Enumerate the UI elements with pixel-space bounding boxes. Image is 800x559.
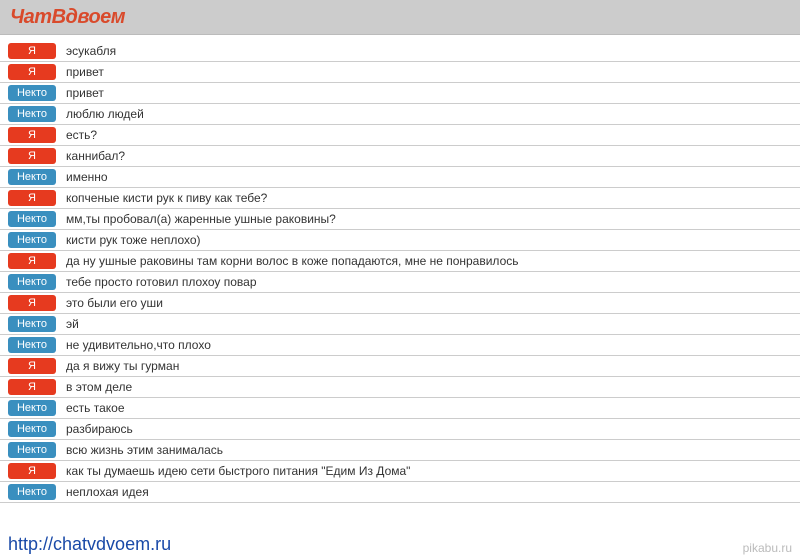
sender-badge-them: Некто xyxy=(8,442,56,458)
sender-badge-them: Некто xyxy=(8,211,56,227)
message-text: не удивительно,что плохо xyxy=(66,338,211,352)
message-row: Некто именно xyxy=(0,167,800,188)
watermark: pikabu.ru xyxy=(743,541,792,555)
message-text: эсукабля xyxy=(66,44,116,58)
sender-badge-me: Я xyxy=(8,190,56,206)
message-row: Некто разбираюсь xyxy=(0,419,800,440)
message-text: есть такое xyxy=(66,401,125,415)
message-row: Яэто были его уши xyxy=(0,293,800,314)
message-text: как ты думаешь идею сети быстрого питани… xyxy=(66,464,410,478)
site-url[interactable]: http://chatvdvoem.ru xyxy=(8,534,171,555)
sender-badge-them: Некто xyxy=(8,316,56,332)
message-text: тебе просто готовил плохоу повар xyxy=(66,275,257,289)
sender-badge-me: Я xyxy=(8,148,56,164)
message-row: Некто есть такое xyxy=(0,398,800,419)
message-text: привет xyxy=(66,65,104,79)
message-row: Некто всю жизнь этим занималась xyxy=(0,440,800,461)
sender-badge-them: Некто xyxy=(8,484,56,500)
message-row: Якопченые кисти рук к пиву как тебе? xyxy=(0,188,800,209)
message-row: Яда ну ушные раковины там корни волос в … xyxy=(0,251,800,272)
header-bar: ЧатВдвоем xyxy=(0,0,800,35)
sender-badge-them: Некто xyxy=(8,421,56,437)
message-text: да ну ушные раковины там корни волос в к… xyxy=(66,254,519,268)
sender-badge-me: Я xyxy=(8,379,56,395)
message-text: каннибал? xyxy=(66,149,125,163)
message-text: всю жизнь этим занималась xyxy=(66,443,223,457)
message-text: мм,ты пробовал(а) жаренные ушные раковин… xyxy=(66,212,336,226)
message-text: привет xyxy=(66,86,104,100)
message-text: да я вижу ты гурман xyxy=(66,359,179,373)
sender-badge-them: Некто xyxy=(8,106,56,122)
message-text: неплохая идея xyxy=(66,485,149,499)
message-row: Некто привет xyxy=(0,83,800,104)
sender-badge-me: Я xyxy=(8,127,56,143)
message-text: есть? xyxy=(66,128,97,142)
message-text: люблю людей xyxy=(66,107,144,121)
message-row: Некто мм,ты пробовал(а) жаренные ушные ра… xyxy=(0,209,800,230)
message-text: копченые кисти рук к пиву как тебе? xyxy=(66,191,267,205)
sender-badge-them: Некто xyxy=(8,400,56,416)
message-row: Якак ты думаешь идею сети быстрого питан… xyxy=(0,461,800,482)
sender-badge-them: Некто xyxy=(8,169,56,185)
message-row: Яэсукабля xyxy=(0,41,800,62)
message-row: Некто кисти рук тоже неплохо) xyxy=(0,230,800,251)
sender-badge-me: Я xyxy=(8,253,56,269)
message-text: эй xyxy=(66,317,79,331)
message-text: именно xyxy=(66,170,108,184)
sender-badge-them: Некто xyxy=(8,274,56,290)
sender-badge-me: Я xyxy=(8,463,56,479)
sender-badge-them: Некто xyxy=(8,85,56,101)
sender-badge-me: Я xyxy=(8,43,56,59)
message-row: Яда я вижу ты гурман xyxy=(0,356,800,377)
sender-badge-me: Я xyxy=(8,64,56,80)
message-row: Некто неплохая идея xyxy=(0,482,800,503)
message-text: разбираюсь xyxy=(66,422,133,436)
message-row: Некто тебе просто готовил плохоу повар xyxy=(0,272,800,293)
message-row: Нектоэй xyxy=(0,314,800,335)
sender-badge-me: Я xyxy=(8,358,56,374)
sender-badge-them: Некто xyxy=(8,337,56,353)
message-text: в этом деле xyxy=(66,380,132,394)
message-row: Яканнибал? xyxy=(0,146,800,167)
app-title: ЧатВдвоем xyxy=(10,6,125,28)
footer: http://chatvdvoem.ru pikabu.ru xyxy=(8,534,792,555)
sender-badge-them: Некто xyxy=(8,232,56,248)
message-row: Яесть? xyxy=(0,125,800,146)
sender-badge-me: Я xyxy=(8,295,56,311)
message-row: Яв этом деле xyxy=(0,377,800,398)
message-text: кисти рук тоже неплохо) xyxy=(66,233,201,247)
chat-log: ЯэсукабляЯприветНектоприветНектолюблю лю… xyxy=(0,35,800,503)
message-text: это были его уши xyxy=(66,296,163,310)
message-row: Япривет xyxy=(0,62,800,83)
message-row: Некто люблю людей xyxy=(0,104,800,125)
message-row: Некто не удивительно,что плохо xyxy=(0,335,800,356)
